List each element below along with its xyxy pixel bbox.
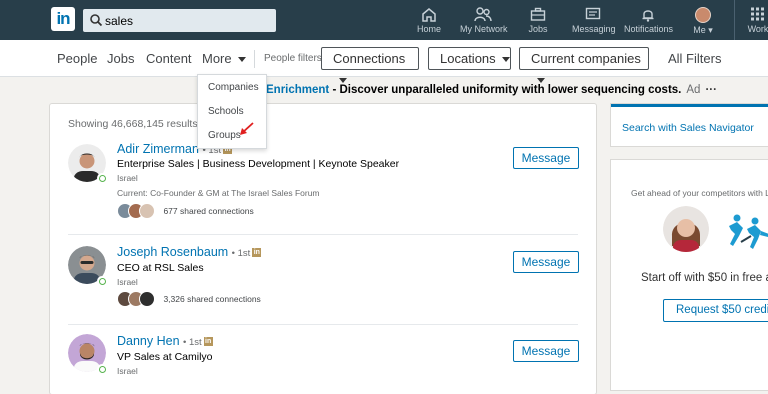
ad-text: - Discover unparalleled uniformity with … — [329, 84, 682, 96]
result-headline: CEO at RSL Sales — [117, 262, 204, 274]
result-location: Israel — [117, 173, 138, 183]
nav-messaging[interactable]: Messaging — [572, 3, 616, 39]
current-companies-label: Current companies — [531, 51, 641, 66]
shared-connection-avatar — [139, 290, 155, 307]
bell-icon — [642, 10, 654, 22]
nav-messaging-label: Messaging — [572, 24, 616, 34]
online-status-indicator — [97, 364, 107, 374]
ad-card-offer: Start off with $50 in free ad c — [641, 272, 768, 284]
row-divider — [68, 324, 578, 325]
briefcase-icon — [530, 7, 546, 21]
shared-connection-avatar — [139, 202, 155, 219]
result-row: Adir Zimerman • 1st in Enterprise Sales |… — [50, 142, 596, 234]
request-credit-button[interactable]: Request $50 credit — [663, 299, 768, 322]
results-count: Showing 46,668,145 results — [68, 118, 198, 130]
filter-separator — [254, 50, 255, 68]
locations-filter-button[interactable]: Locations — [428, 47, 511, 70]
chevron-down-icon — [339, 78, 347, 84]
filter-bar: People Jobs Content More People filters … — [0, 40, 768, 84]
dropdown-item-schools[interactable]: Schools — [208, 106, 244, 117]
more-dropdown-menu: Companies Schools Groups — [197, 74, 267, 149]
nav-home-label: Home — [416, 24, 441, 34]
nav-me[interactable]: Me ▾ — [690, 3, 716, 39]
result-location: Israel — [117, 366, 138, 376]
connection-degree: • 1st — [231, 248, 251, 259]
result-name: Joseph Rosenbaum — [117, 245, 229, 259]
all-filters-button[interactable]: All Filters — [668, 51, 721, 66]
ad-person-image — [663, 206, 709, 252]
nav-notifications[interactable]: Notifications — [624, 3, 674, 39]
network-icon — [474, 7, 492, 22]
nav-work-label: Work — [747, 24, 768, 34]
nav-work[interactable]: Work — [744, 3, 768, 39]
chevron-down-icon — [237, 57, 246, 63]
search-icon — [90, 14, 103, 27]
messaging-icon — [585, 7, 601, 20]
result-row: Danny Hen • 1st in VP Sales at Camilyo Is… — [50, 333, 596, 393]
connections-filter-button[interactable]: Connections — [321, 47, 419, 84]
grid-icon — [751, 7, 764, 21]
online-status-indicator — [97, 173, 107, 183]
dropdown-item-groups[interactable]: Groups — [208, 130, 241, 141]
connection-degree: • 1st — [183, 337, 202, 348]
result-name: Adir Zimerman — [117, 142, 199, 156]
runners-illustration-icon — [729, 214, 768, 249]
row-divider — [68, 234, 578, 235]
shared-connections-count: 677 shared connections — [163, 205, 254, 216]
people-filters-label: People filters — [264, 53, 322, 64]
nav-my-network-label: My Network — [460, 24, 508, 34]
ad-emphasis[interactable]: Enrichment — [266, 84, 329, 96]
result-location: Israel — [117, 277, 138, 287]
red-arrow-annotation-icon — [240, 122, 254, 135]
nav-jobs[interactable]: Jobs — [528, 3, 548, 39]
locations-label: Locations — [440, 51, 496, 66]
premium-badge-icon: in — [203, 337, 213, 347]
message-button[interactable]: Message — [513, 251, 579, 273]
search-input[interactable] — [105, 11, 270, 30]
search-results-card: Showing 46,668,145 results Adir Zimerman… — [50, 104, 596, 394]
ad-credit-card: Get ahead of your competitors with Li St… — [611, 160, 768, 390]
dropdown-item-companies[interactable]: Companies — [208, 82, 259, 93]
message-button[interactable]: Message — [513, 147, 579, 169]
result-headline: VP Sales at Camilyo — [117, 351, 213, 363]
nav-home[interactable]: Home — [416, 3, 442, 39]
filter-people[interactable]: People — [57, 51, 97, 66]
result-name: Danny Hen — [117, 334, 180, 348]
result-headline: Enterprise Sales | Business Development … — [117, 158, 400, 170]
premium-badge-icon: in — [252, 248, 262, 258]
result-name-link[interactable]: Joseph Rosenbaum • 1st in — [117, 245, 262, 259]
top-navigation-bar: in Home My Network Jobs — [0, 0, 768, 40]
more-options-icon[interactable]: ··· — [705, 84, 717, 96]
nav-me-label: Me ▾ — [693, 25, 713, 35]
nav-my-network[interactable]: My Network — [460, 3, 508, 39]
nav-jobs-label: Jobs — [528, 24, 548, 34]
online-status-indicator — [97, 276, 107, 286]
chevron-down-icon — [537, 78, 545, 84]
home-icon — [422, 8, 436, 22]
nav-notifications-label: Notifications — [624, 24, 674, 34]
filter-more[interactable]: More — [202, 51, 246, 66]
current-companies-filter-button[interactable]: Current companies — [519, 47, 649, 84]
sales-navigator-link[interactable]: Search with Sales Navigator — [622, 122, 754, 134]
filter-content[interactable]: Content — [146, 51, 192, 66]
filter-jobs[interactable]: Jobs — [107, 51, 134, 66]
result-row: Joseph Rosenbaum • 1st in CEO at RSL Sale… — [50, 243, 596, 325]
avatar — [695, 7, 711, 23]
chevron-down-icon — [501, 57, 510, 63]
nav-divider — [734, 0, 735, 40]
shared-connections[interactable]: 3,326 shared connections — [117, 290, 261, 308]
ad-label: Ad — [686, 84, 701, 96]
result-current-position: Current: Co-Founder & GM at The Israel S… — [117, 188, 320, 198]
result-name-link[interactable]: Danny Hen • 1st in — [117, 334, 213, 348]
shared-connections-count: 3,326 shared connections — [163, 293, 261, 304]
message-button[interactable]: Message — [513, 340, 579, 362]
sales-navigator-card: Search with Sales Navigator — [611, 104, 768, 146]
ad-card-tagline: Get ahead of your competitors with Li — [631, 188, 768, 198]
connections-label: Connections — [333, 51, 406, 66]
shared-connections[interactable]: 677 shared connections — [117, 202, 254, 220]
linkedin-logo[interactable]: in — [51, 7, 75, 31]
filter-more-label: More — [202, 51, 232, 66]
sponsored-ad-line[interactable]: Enrichment - Discover unparalleled unifo… — [266, 84, 717, 96]
search-box[interactable] — [83, 9, 276, 32]
